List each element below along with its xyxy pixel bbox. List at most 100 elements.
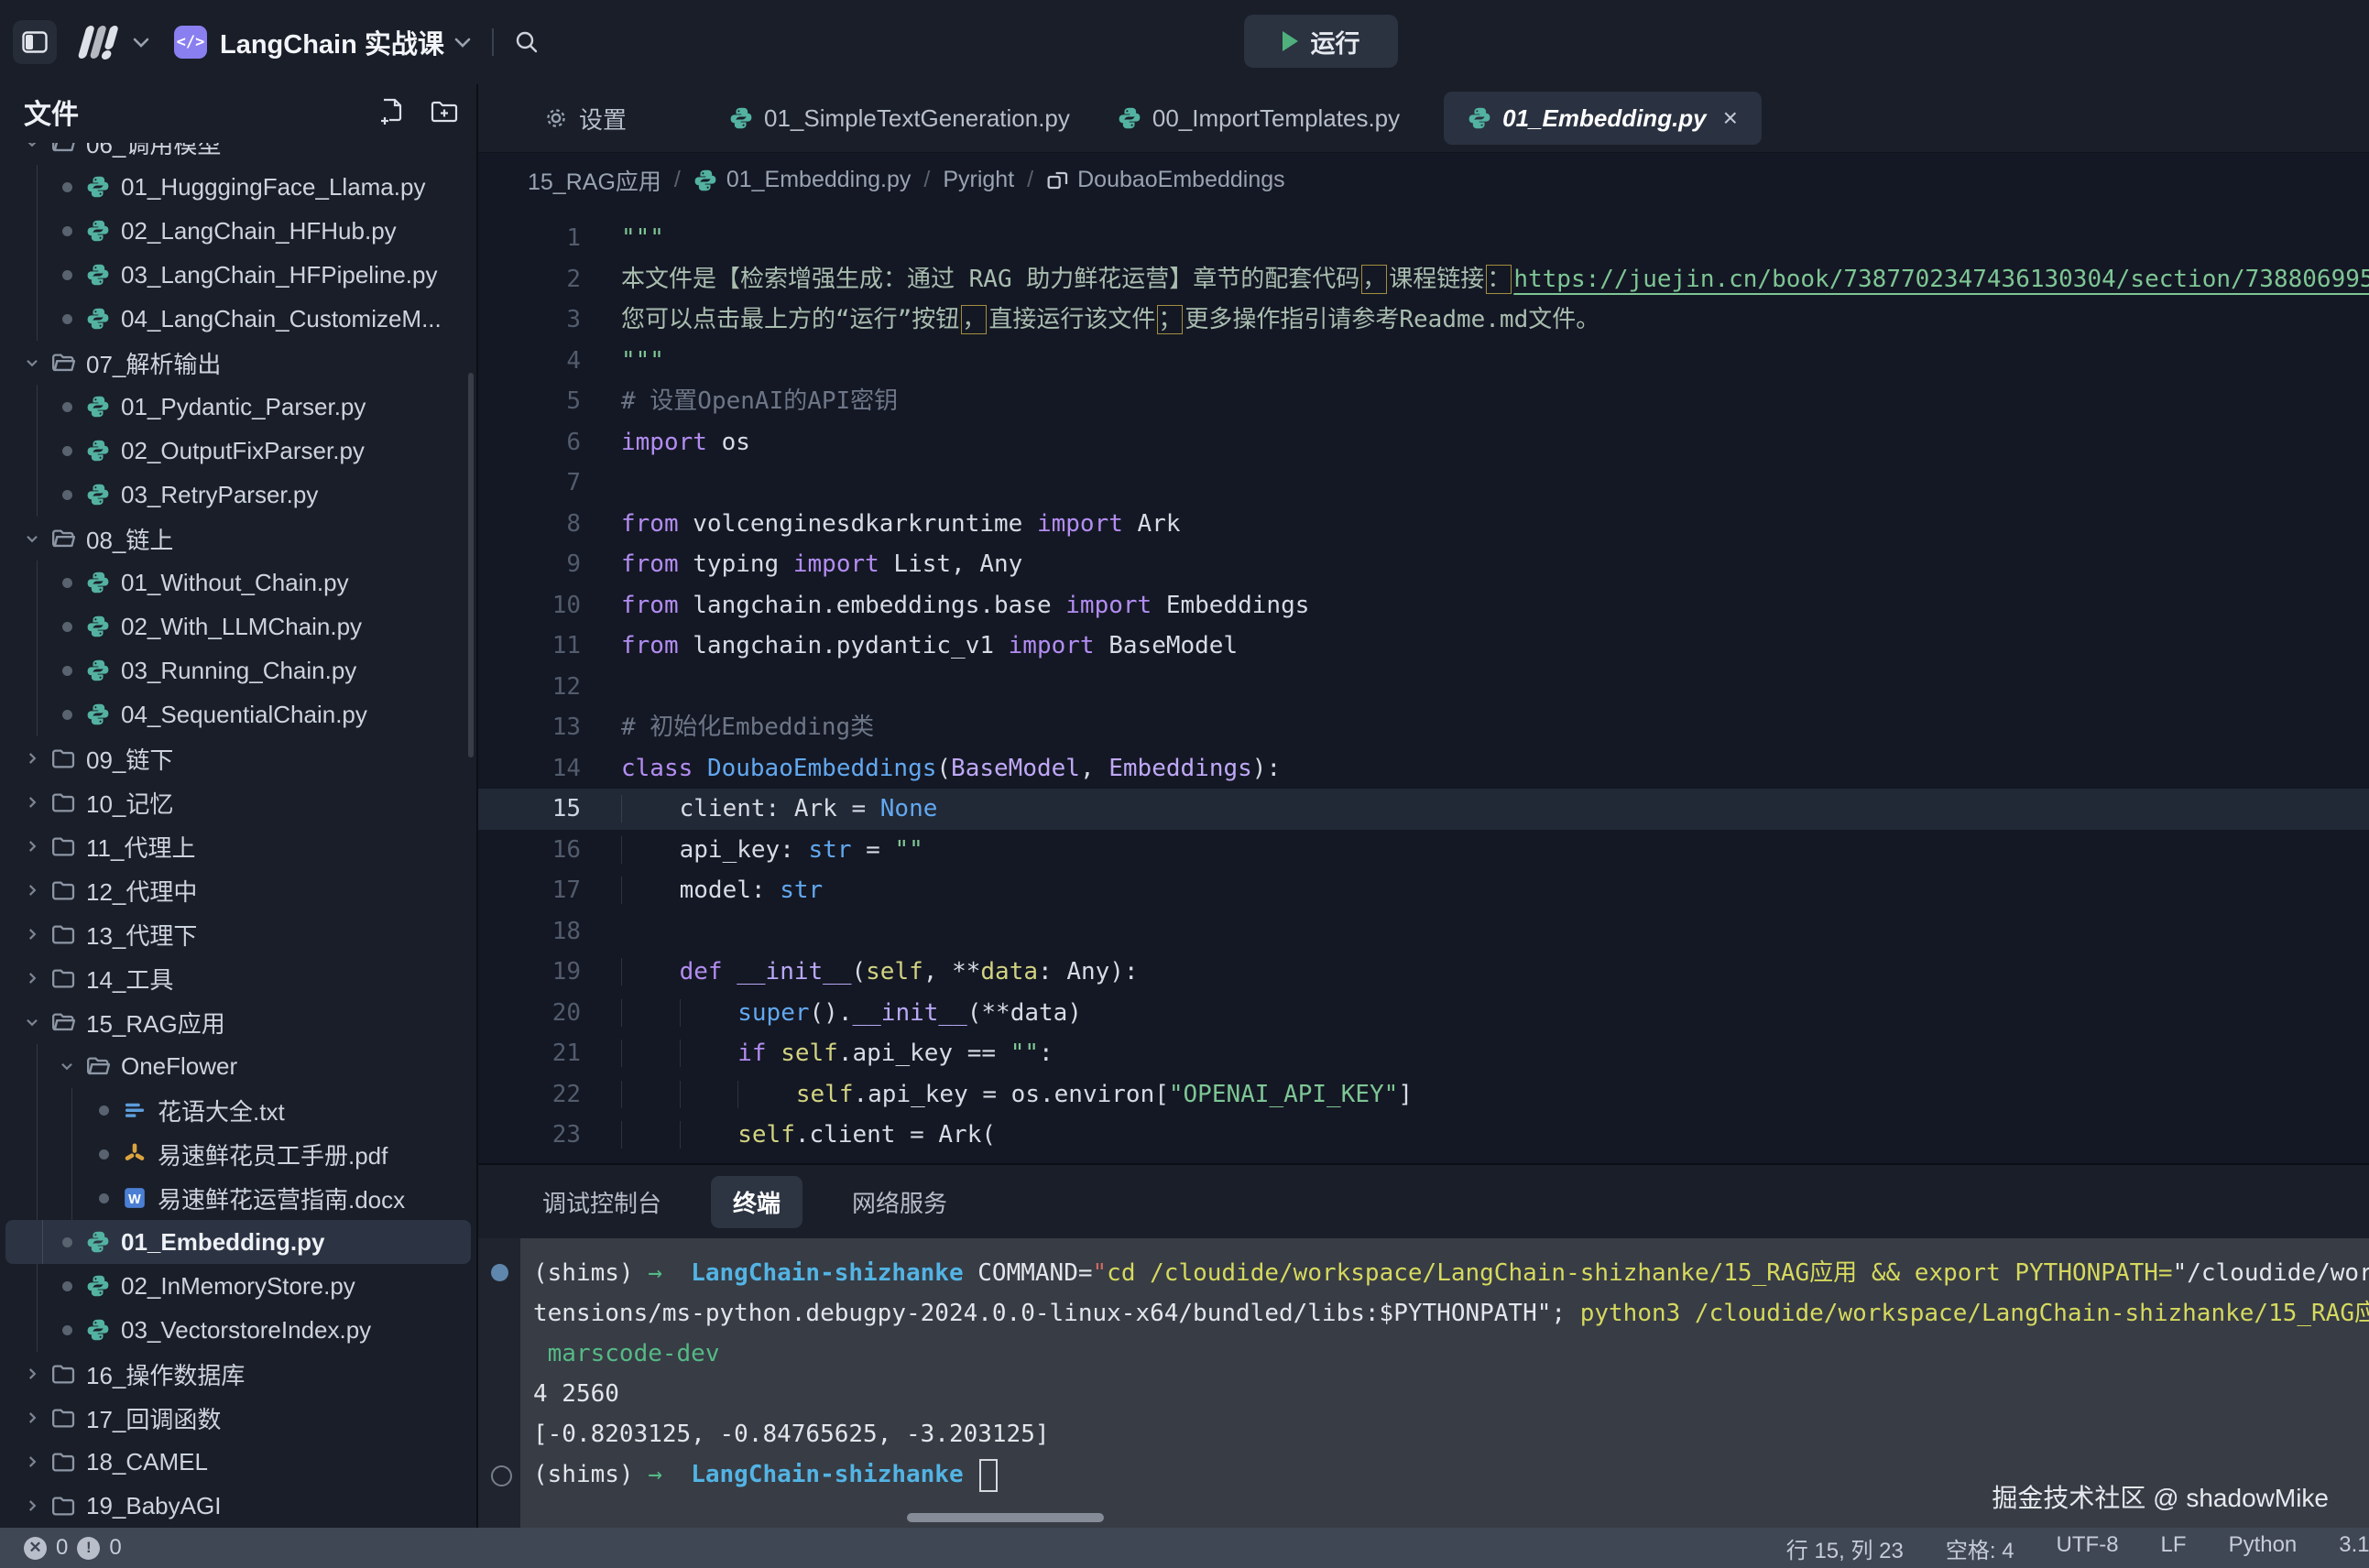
tree-item[interactable]: 07_解析输出 — [0, 341, 476, 385]
code-token: "" — [894, 836, 922, 864]
tree-item[interactable]: 02_LangChain_HFHub.py — [0, 209, 476, 253]
tree-item[interactable]: 17_回调函数 — [0, 1396, 476, 1440]
tree-item[interactable]: 02_OutputFixParser.py — [0, 429, 476, 473]
chevron-down-icon[interactable] — [55, 1058, 79, 1074]
indent-setting[interactable]: 空格: 4 — [1946, 1532, 2014, 1564]
problems-indicators[interactable]: ✕0!0 — [24, 1535, 122, 1561]
sidebar-toggle-button[interactable] — [13, 20, 57, 64]
tree-item[interactable]: 11_代理上 — [0, 824, 476, 868]
tab-close-icon[interactable]: × — [1723, 103, 1738, 133]
tree-item[interactable]: 01_HugggingFace_Llama.py — [0, 165, 476, 209]
chevron-right-icon[interactable] — [20, 750, 44, 767]
tree-item[interactable]: 06_调用模型 — [0, 143, 476, 165]
project-title[interactable]: LangChain 实战课 — [220, 23, 444, 61]
language-mode[interactable]: Python — [2229, 1532, 2298, 1564]
line-number: 15 — [478, 789, 581, 830]
tree-item[interactable]: 19_BabyAGI — [0, 1484, 476, 1528]
editor-tab[interactable]: 00_ImportTemplates.py — [1094, 92, 1424, 145]
tree-item[interactable]: 01_Embedding.py — [5, 1220, 471, 1264]
settings-tab[interactable]: 设置 — [520, 92, 650, 145]
chevron-down-icon[interactable] — [20, 354, 44, 371]
tree-item[interactable]: 04_LangChain_CustomizeM... — [0, 297, 476, 341]
chevron-right-icon[interactable] — [20, 882, 44, 898]
chevron-right-icon[interactable] — [20, 794, 44, 811]
new-folder-button[interactable] — [431, 100, 458, 124]
sidebar-scrollbar[interactable] — [468, 373, 474, 757]
tree-item[interactable]: 04_SequentialChain.py — [0, 692, 476, 736]
run-button[interactable]: 运行 — [1244, 15, 1398, 68]
terminal-text: marscode-dev — [533, 1340, 720, 1367]
tree-item[interactable]: 09_链下 — [0, 736, 476, 780]
line-number: 1 — [478, 218, 581, 259]
py-file-icon — [84, 175, 112, 199]
tree-item[interactable]: OneFlower — [0, 1044, 476, 1088]
tree-item[interactable]: 易速鲜花员工手册.pdf — [0, 1132, 476, 1176]
tree-item[interactable]: 02_InMemoryStore.py — [0, 1264, 476, 1308]
tree-item-label: 01_HugggingFace_Llama.py — [121, 173, 425, 201]
tree-item[interactable]: 01_Without_Chain.py — [0, 561, 476, 604]
terminal-text: LangChain-shizhanke — [691, 1461, 977, 1488]
terminal-text — [662, 1259, 691, 1287]
editor-tab[interactable]: 01_Embedding.py× — [1444, 92, 1762, 145]
chevron-right-icon[interactable] — [20, 970, 44, 986]
code-token: from — [621, 510, 679, 538]
python-icon — [1118, 106, 1141, 130]
chevron-down-icon[interactable] — [20, 530, 44, 547]
code-line: 23 self.client = Ark( — [478, 1115, 2369, 1156]
breadcrumb-label: DoubaoEmbeddings — [1077, 167, 1285, 193]
tree-item[interactable]: 14_工具 — [0, 956, 476, 1000]
workspace-chevron-down-icon[interactable] — [132, 36, 150, 49]
search-icon[interactable] — [514, 29, 540, 55]
terminal[interactable]: (shims) → LangChain-shizhanke COMMAND="c… — [478, 1238, 2369, 1528]
docx-file-icon: W — [121, 1186, 148, 1210]
panel-tab-debug-console[interactable]: 调试控制台 — [520, 1176, 683, 1228]
code-token: from — [621, 592, 679, 619]
code-line: 9from typing import List, Any — [478, 544, 2369, 585]
chevron-down-icon[interactable] — [20, 143, 44, 151]
tree-item[interactable]: 15_RAG应用 — [0, 1000, 476, 1044]
tree-item[interactable]: 03_RetryParser.py — [0, 473, 476, 517]
tree-item[interactable]: 03_LangChain_HFPipeline.py — [0, 253, 476, 297]
terminal-line: 4 2560 — [478, 1374, 2369, 1414]
tree-item[interactable]: 03_VectorstoreIndex.py — [0, 1308, 476, 1352]
tree-item[interactable]: 12_代理中 — [0, 868, 476, 912]
tree-item[interactable]: 10_记忆 — [0, 780, 476, 824]
chevron-right-icon[interactable] — [20, 838, 44, 855]
python-version[interactable]: 3.12 — [2339, 1532, 2369, 1564]
tree-item[interactable]: 13_代理下 — [0, 912, 476, 956]
tree-item[interactable]: 08_链上 — [0, 517, 476, 561]
encoding[interactable]: UTF-8 — [2057, 1532, 2119, 1564]
breadcrumb-item[interactable]: 01_Embedding.py — [693, 167, 912, 193]
tree-item[interactable]: 花语大全.txt — [0, 1088, 476, 1132]
chevron-right-icon[interactable] — [20, 926, 44, 942]
panel-tab-terminal[interactable]: 终端 — [711, 1176, 802, 1228]
terminal-cursor — [979, 1459, 998, 1492]
terminal-horizontal-scrollbar[interactable] — [907, 1513, 1104, 1522]
marscode-logo[interactable] — [75, 22, 123, 62]
eol[interactable]: LF — [2161, 1532, 2187, 1564]
panel-tab-network[interactable]: 网络服务 — [830, 1176, 969, 1228]
chevron-down-icon[interactable] — [20, 1014, 44, 1030]
tree-item[interactable]: W易速鲜花运营指南.docx — [0, 1176, 476, 1220]
chevron-right-icon[interactable] — [20, 1497, 44, 1514]
tree-item[interactable]: 01_Pydantic_Parser.py — [0, 385, 476, 429]
code-line: 8from volcenginesdkarkruntime import Ark — [478, 504, 2369, 545]
cursor-position[interactable]: 行 15, 列 23 — [1786, 1532, 1904, 1564]
chevron-right-icon[interactable] — [20, 1454, 44, 1470]
editor-tab[interactable]: 01_SimpleTextGeneration.py — [705, 92, 1094, 145]
tree-item[interactable]: 02_With_LLMChain.py — [0, 604, 476, 648]
tree-item[interactable]: 03_Running_Chain.py — [0, 648, 476, 692]
tree-item-label: 17_回调函数 — [86, 1401, 221, 1435]
tree-item[interactable]: 18_CAMEL — [0, 1440, 476, 1484]
chevron-right-icon[interactable] — [20, 1366, 44, 1382]
tree-item-label: 19_BabyAGI — [86, 1492, 221, 1520]
breadcrumb-item[interactable]: DoubaoEmbeddings — [1046, 167, 1285, 193]
new-file-button[interactable] — [379, 98, 405, 125]
tree-item[interactable]: 16_操作数据库 — [0, 1352, 476, 1396]
tab-label: 设置 — [579, 102, 627, 136]
line-number: 6 — [478, 422, 581, 463]
chevron-right-icon[interactable] — [20, 1410, 44, 1426]
project-chevron-down-icon[interactable] — [453, 36, 472, 49]
breadcrumb-item[interactable]: 15_RAG应用 — [528, 164, 661, 197]
breadcrumb-item[interactable]: Pyright — [943, 167, 1014, 193]
